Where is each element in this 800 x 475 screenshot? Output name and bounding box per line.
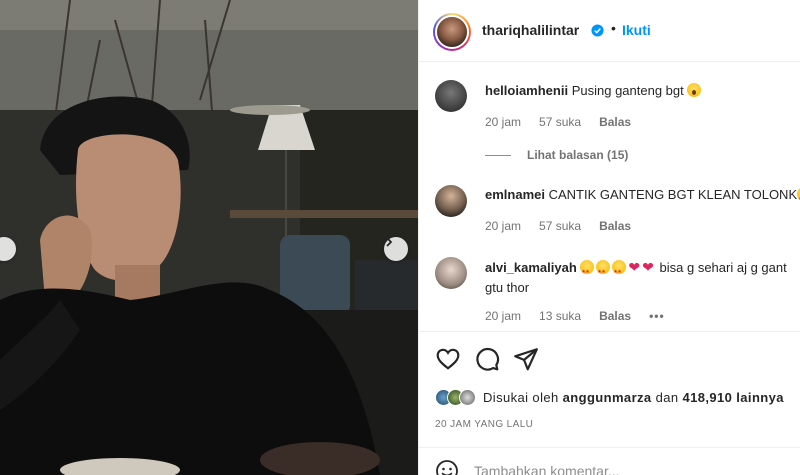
smiley-icon[interactable] (435, 459, 459, 475)
comment-text: Pusing ganteng bgt (571, 83, 684, 98)
verified-badge-icon (591, 24, 604, 37)
comment-likes[interactable]: 57 suka (539, 115, 581, 129)
likes-summary: Disukai oleh anggunmarza dan 418,910 lai… (435, 386, 784, 408)
replies-divider (485, 154, 511, 156)
comment-likes[interactable]: 57 suka (539, 219, 581, 233)
post-header: thariqhalilintar • Ikuti (419, 0, 800, 62)
post-actions: Disukai oleh anggunmarza dan 418,910 lai… (419, 331, 800, 475)
chevron-right-icon (386, 237, 393, 247)
reply-button[interactable]: Balas (599, 115, 631, 129)
comment-meta: 20 jam 57 suka Balas (485, 219, 649, 233)
red-heart-emoji: ❤ (642, 259, 654, 275)
comment-body: emlnamei CANTIK GANTENG BGT KLEAN TOLONK (485, 185, 800, 209)
star-struck-emoji (580, 260, 595, 282)
red-heart-emoji: ❤ (628, 259, 641, 275)
comment-input[interactable] (474, 460, 774, 475)
header-separator: • (611, 20, 616, 36)
follow-button[interactable]: Ikuti (622, 22, 651, 38)
comments-list[interactable]: helloiamhenii Pusing ganteng bgt 20 jam … (419, 63, 800, 331)
reply-button[interactable]: Balas (599, 219, 631, 233)
commenter-username[interactable]: emlnamei (485, 187, 545, 202)
comment-time[interactable]: 20 jam (485, 309, 521, 323)
comment-time[interactable]: 20 jam (485, 219, 521, 233)
comment-meta: 20 jam 13 suka Balas ••• (485, 309, 683, 323)
comment-meta: 20 jam 57 suka Balas (485, 115, 649, 129)
comment-likes[interactable]: 13 suka (539, 309, 581, 323)
comment-options-button[interactable]: ••• (649, 309, 665, 323)
view-replies-button[interactable]: Lihat balasan (15) (485, 148, 628, 162)
commenter-avatar[interactable] (435, 80, 467, 112)
post-photo[interactable] (0, 0, 418, 475)
post-image (0, 0, 418, 475)
comment-body: alvi_kamaliyah ❤❤ bisa g sehari aj g gan… (485, 257, 800, 298)
liker-username[interactable]: anggunmarza (563, 390, 652, 405)
add-comment-bar (419, 447, 800, 475)
post-timestamp[interactable]: 20 JAM YANG LALU (435, 419, 533, 430)
comment-body: helloiamhenii Pusing ganteng bgt (485, 81, 800, 101)
commenter-avatar[interactable] (435, 257, 467, 289)
comment-time[interactable]: 20 jam (485, 115, 521, 129)
likes-prefix: Disukai oleh (483, 389, 559, 405)
reply-button[interactable]: Balas (599, 309, 631, 323)
comment-bubble-icon[interactable] (474, 346, 500, 372)
commenter-avatar[interactable] (435, 185, 467, 217)
author-username[interactable]: thariqhalilintar (482, 22, 579, 38)
commenter-username[interactable]: helloiamhenii (485, 83, 568, 98)
liker-avatar (459, 388, 476, 406)
chevron-left-icon (0, 237, 2, 247)
star-struck-emoji (596, 260, 611, 282)
view-replies-label: Lihat balasan (15) (527, 148, 629, 162)
commenter-username[interactable]: alvi_kamaliyah (485, 260, 577, 275)
paper-plane-icon[interactable] (513, 346, 539, 372)
comment-text: CANTIK GANTENG BGT KLEAN TOLONK (548, 187, 798, 202)
author-avatar[interactable] (433, 13, 471, 51)
astonished-face-emoji (687, 83, 702, 97)
likes-count[interactable]: 418,910 lainnya (682, 390, 783, 405)
post-side-panel: thariqhalilintar • Ikuti helloiamhenii P… (418, 0, 800, 475)
next-photo-button[interactable] (384, 237, 408, 261)
likes-text: Disukai oleh anggunmarza dan 418,910 lai… (483, 390, 784, 405)
star-struck-emoji (612, 260, 627, 282)
likes-conj: dan (655, 389, 679, 405)
heart-outline-icon[interactable] (435, 346, 461, 372)
